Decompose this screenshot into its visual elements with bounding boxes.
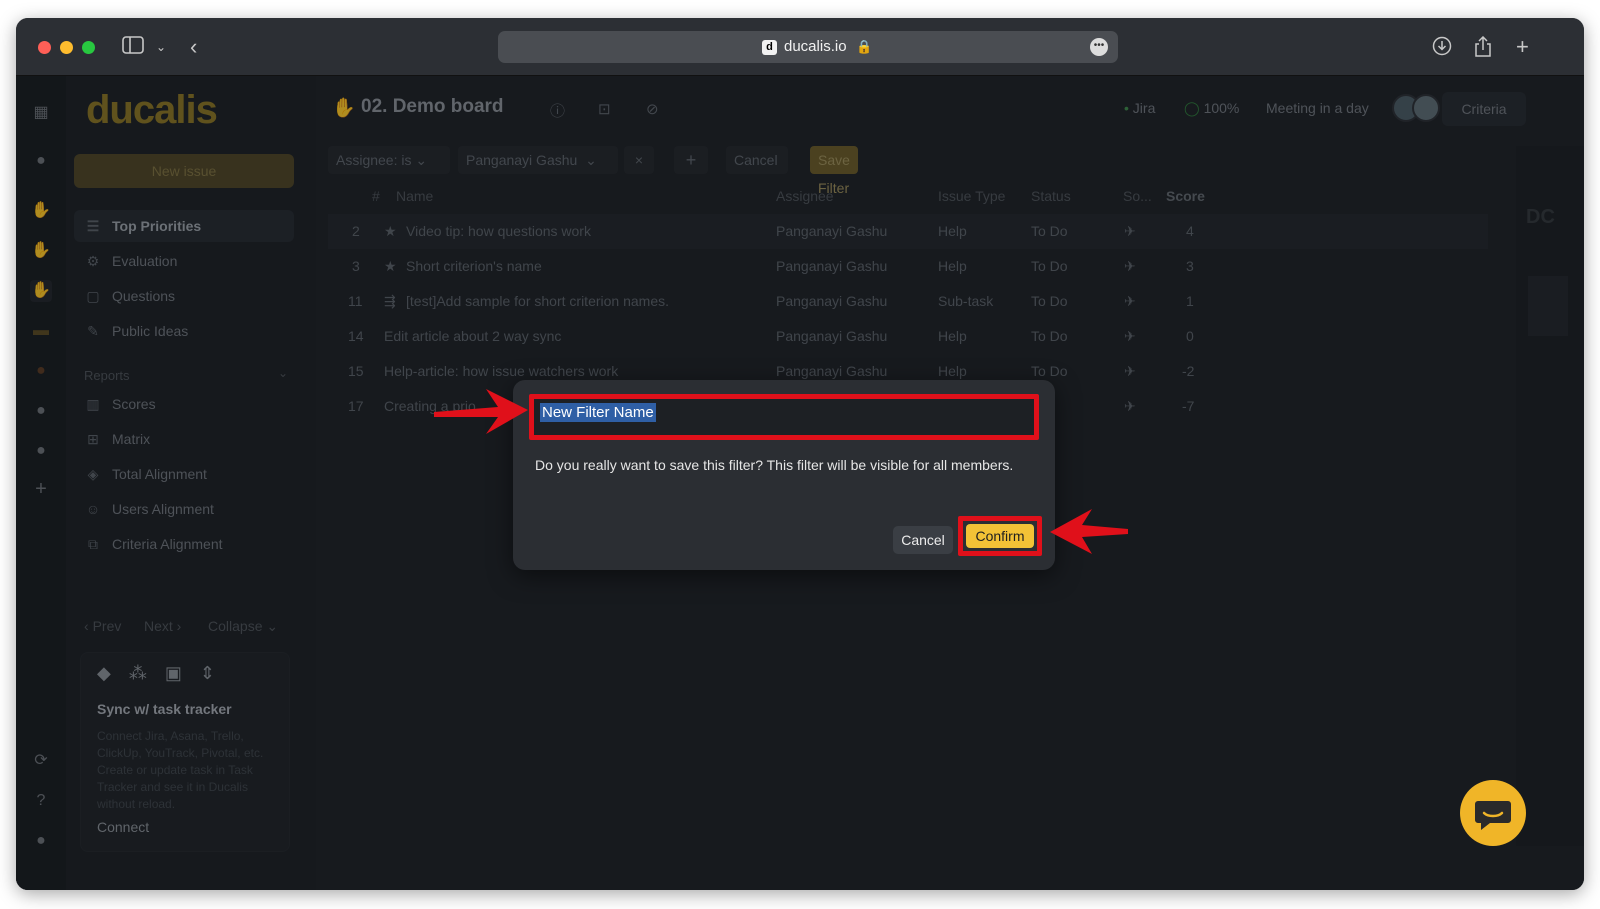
more-options-icon[interactable]: ••• xyxy=(1090,38,1108,56)
sidebar-toggle-icon[interactable] xyxy=(122,36,144,59)
chevron-down-icon[interactable]: ⌄ xyxy=(156,36,166,58)
browser-window: ⌄ ‹ d ducalis.io 🔒 ••• + ▦ ● ✋ ✋ ✋ ▬ ● ●… xyxy=(16,18,1584,890)
back-icon[interactable]: ‹ xyxy=(190,36,197,58)
download-icon[interactable] xyxy=(1432,36,1452,61)
lock-icon: 🔒 xyxy=(856,39,873,54)
save-filter-dialog: New Filter Name Do you really want to sa… xyxy=(513,380,1055,570)
minimize-window-button[interactable] xyxy=(60,41,73,54)
filter-name-value: New Filter Name xyxy=(540,403,656,422)
dialog-message: Do you really want to save this filter? … xyxy=(535,457,1014,473)
address-bar[interactable]: d ducalis.io 🔒 ••• xyxy=(498,31,1118,63)
share-icon[interactable] xyxy=(1474,35,1492,63)
new-tab-icon[interactable]: + xyxy=(1516,36,1529,58)
chat-icon xyxy=(1475,801,1511,830)
close-window-button[interactable] xyxy=(38,41,51,54)
url-text: ducalis.io xyxy=(784,38,847,55)
confirm-highlight: Confirm xyxy=(958,516,1042,556)
maximize-window-button[interactable] xyxy=(82,41,95,54)
filter-name-input[interactable]: New Filter Name xyxy=(540,403,1028,430)
filter-name-field[interactable]: New Filter Name xyxy=(529,394,1039,440)
chat-support-button[interactable] xyxy=(1460,780,1526,846)
favicon-icon: d xyxy=(762,40,777,55)
confirm-button[interactable]: Confirm xyxy=(966,524,1034,548)
app-area: ▦ ● ✋ ✋ ✋ ▬ ● ● ● + ⟳ ? ● ducalis New is… xyxy=(16,76,1584,890)
dialog-cancel-button[interactable]: Cancel xyxy=(893,526,953,554)
browser-toolbar: ⌄ ‹ d ducalis.io 🔒 ••• + xyxy=(16,18,1584,76)
